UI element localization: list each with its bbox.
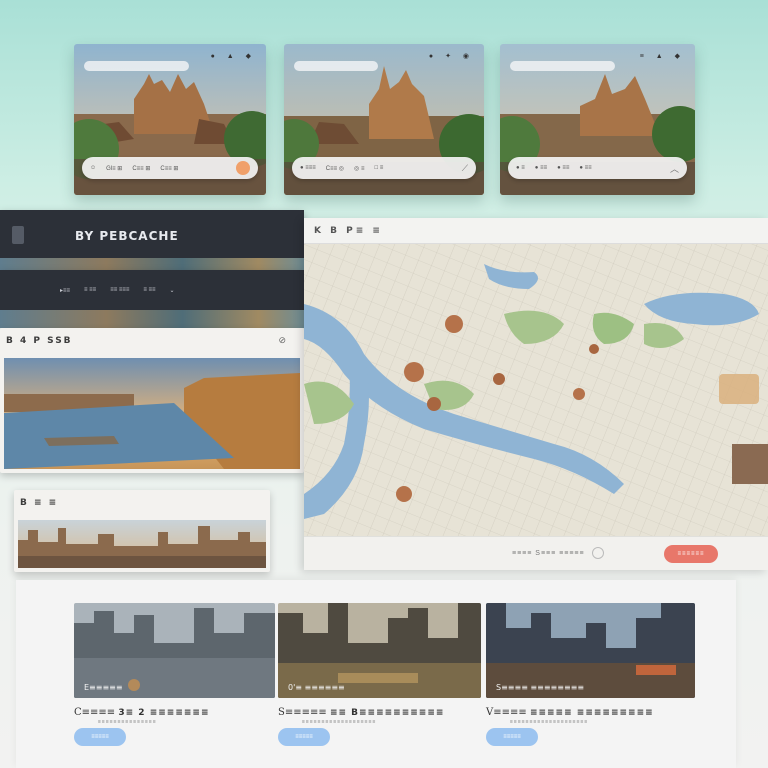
- search-bar[interactable]: [294, 61, 378, 71]
- toolbar-item[interactable]: ☺: [90, 165, 96, 171]
- card-title-a: C≡≡≡≡: [74, 707, 116, 718]
- thumbnail[interactable]: 0'≡ ≡≡≡≡≡≡: [278, 603, 481, 698]
- menu-item[interactable]: ▸≡≡: [60, 287, 70, 294]
- toolbar-item[interactable]: C≡≡ ⊞: [132, 165, 150, 172]
- toolbar-item[interactable]: ● ≡≡: [557, 165, 569, 171]
- card-title-b: ≡≡ B≡≡≡≡≡≡≡≡≡≡: [329, 708, 445, 718]
- preview-card-2[interactable]: ● ✦ ◉ ● ≡≡≡ C≡≡ ◎ ◎ ≡ □ ≡ ⟋: [284, 44, 484, 195]
- card-title-b: 3≡ 2 ≡≡≡≡≡≡≡: [118, 708, 210, 718]
- footer-label: ≡≡≡≡ S≡≡≡ ≡≡≡≡≡: [512, 550, 585, 557]
- card-description: ≡≡≡≡≡≡≡≡≡≡≡≡≡≡≡: [98, 719, 157, 725]
- location-icon[interactable]: [592, 547, 604, 559]
- card-button[interactable]: ≡≡≡≡≡: [486, 728, 538, 746]
- card-title-a: S≡≡≡≡≡: [278, 707, 327, 718]
- thumbnail[interactable]: E≡≡≡≡≡: [74, 603, 275, 698]
- bookmark-icon[interactable]: [12, 226, 24, 244]
- gallery-card[interactable]: S≡≡≡≡ ≡≡≡≡≡≡≡≡ V≡≡≡≡ ≡≡≡≡≡ ≡≡≡≡≡≡≡≡≡ ≡≡≡…: [486, 603, 695, 746]
- window-icons[interactable]: ≡ ▲ ◆: [640, 52, 685, 60]
- thumbnail-caption: S≡≡≡≡ ≡≡≡≡≡≡≡≡: [496, 683, 585, 692]
- river-photo: [4, 358, 300, 469]
- toolbar-item[interactable]: ● ≡≡: [579, 165, 591, 171]
- preview-card-3[interactable]: ≡ ▲ ◆ ● ≡ ● ≡≡ ● ≡≡ ● ≡≡ ︿: [500, 44, 695, 195]
- go-button[interactable]: [236, 161, 250, 175]
- toolbar-item[interactable]: C≡≡ ◎: [326, 165, 344, 172]
- chevron-up-icon[interactable]: ︿: [670, 162, 679, 175]
- map-header: K B P≡ ≡: [304, 218, 768, 244]
- window-icons[interactable]: ● ✦ ◉: [429, 52, 474, 60]
- river-card[interactable]: B 4 P SSB ⊘: [0, 328, 304, 473]
- thumbnail[interactable]: S≡≡≡≡ ≡≡≡≡≡≡≡≡: [486, 603, 695, 698]
- chevron-right-icon[interactable]: ⟋: [462, 163, 468, 174]
- map-footer: ≡≡≡≡ S≡≡≡ ≡≡≡≡≡ ≡≡≡≡≡≡: [304, 536, 768, 570]
- card-header: B ≡ ≡: [20, 498, 59, 508]
- bottom-toolbar: ● ≡ ● ≡≡ ● ≡≡ ● ≡≡ ︿: [508, 157, 687, 179]
- skyline-photo: [18, 520, 266, 568]
- card-button[interactable]: ≡≡≡≡≡: [278, 728, 330, 746]
- bottom-toolbar: ● ≡≡≡ C≡≡ ◎ ◎ ≡ □ ≡ ⟋: [292, 157, 476, 179]
- thumbnail-caption: 0'≡ ≡≡≡≡≡≡: [288, 683, 345, 692]
- window-icons[interactable]: ● ▲ ◆: [211, 52, 256, 60]
- card-title-a: V≡≡≡≡: [486, 707, 527, 718]
- menu-row: ▸≡≡ ≡ ≡≡ ≡≡ ≡≡≡ ≡ ≡≡ ⌄: [60, 287, 175, 294]
- card-header: B 4 P SSB: [6, 336, 73, 346]
- cta-button[interactable]: ≡≡≡≡≡≡: [664, 545, 718, 563]
- menu-item[interactable]: ≡≡ ≡≡≡: [110, 287, 129, 294]
- toolbar-item[interactable]: Gl≡ ⊞: [106, 165, 122, 172]
- toolbar-item[interactable]: ● ≡: [516, 165, 525, 171]
- map-title: K B P≡ ≡: [314, 226, 383, 236]
- toolbar-item[interactable]: ● ≡≡≡: [300, 165, 316, 171]
- card-button[interactable]: ≡≡≡≡≡: [74, 728, 126, 746]
- gallery-card[interactable]: E≡≡≡≡≡ C≡≡≡≡ 3≡ 2 ≡≡≡≡≡≡≡ ≡≡≡≡≡≡≡≡≡≡≡≡≡≡…: [74, 603, 275, 746]
- card-title: C≡≡≡≡ 3≡ 2 ≡≡≡≡≡≡≡: [74, 707, 275, 718]
- bottom-toolbar: ☺ Gl≡ ⊞ C≡≡ ⊞ C≡≡ ⊞: [82, 157, 258, 179]
- skyline-card[interactable]: B ≡ ≡: [14, 490, 270, 572]
- card-description: ≡≡≡≡≡≡≡≡≡≡≡≡≡≡≡≡≡≡≡≡: [510, 719, 589, 725]
- info-icon[interactable]: ⊘: [278, 335, 286, 346]
- toolbar-item[interactable]: C≡≡ ⊞: [160, 165, 178, 172]
- map-canvas[interactable]: [304, 244, 768, 536]
- city-map[interactable]: [304, 244, 768, 536]
- search-bar[interactable]: [510, 61, 615, 71]
- photo-strip: [0, 310, 304, 328]
- chevron-down-icon[interactable]: ⌄: [170, 287, 175, 294]
- gallery: E≡≡≡≡≡ C≡≡≡≡ 3≡ 2 ≡≡≡≡≡≡≡ ≡≡≡≡≡≡≡≡≡≡≡≡≡≡…: [16, 580, 736, 768]
- card-title-b: ≡≡≡≡≡ ≡≡≡≡≡≡≡≡≡: [529, 708, 654, 718]
- toolbar-item[interactable]: ◎ ≡: [354, 165, 364, 172]
- map-panel: K B P≡ ≡ ≡≡≡≡ S≡≡≡ ≡≡≡≡≡ ≡≡≡≡≡≡: [304, 218, 768, 570]
- toolbar-item[interactable]: ● ≡≡: [535, 165, 547, 171]
- toolbar-item[interactable]: □ ≡: [374, 165, 383, 171]
- card-description: ≡≡≡≡≡≡≡≡≡≡≡≡≡≡≡≡≡≡≡: [302, 719, 377, 725]
- dark-menu-panel: ▸≡≡ ≡ ≡≡ ≡≡ ≡≡≡ ≡ ≡≡ ⌄: [0, 270, 304, 310]
- menu-item[interactable]: ≡ ≡≡: [84, 287, 96, 294]
- photo-strip: [0, 258, 304, 270]
- card-title: V≡≡≡≡ ≡≡≡≡≡ ≡≡≡≡≡≡≡≡≡: [486, 707, 695, 718]
- dark-header-panel: BY PEBCACHE: [0, 210, 304, 258]
- thumbnail-caption: E≡≡≡≡≡: [84, 683, 123, 692]
- gallery-card[interactable]: 0'≡ ≡≡≡≡≡≡ S≡≡≡≡≡ ≡≡ B≡≡≡≡≡≡≡≡≡≡ ≡≡≡≡≡≡≡…: [278, 603, 481, 746]
- panel-title: BY PEBCACHE: [75, 229, 179, 243]
- card-title: S≡≡≡≡≡ ≡≡ B≡≡≡≡≡≡≡≡≡≡: [278, 707, 481, 718]
- preview-card-1[interactable]: ● ▲ ◆ ☺ Gl≡ ⊞ C≡≡ ⊞ C≡≡ ⊞: [74, 44, 266, 195]
- menu-item[interactable]: ≡ ≡≡: [143, 287, 155, 294]
- search-bar[interactable]: [84, 61, 189, 71]
